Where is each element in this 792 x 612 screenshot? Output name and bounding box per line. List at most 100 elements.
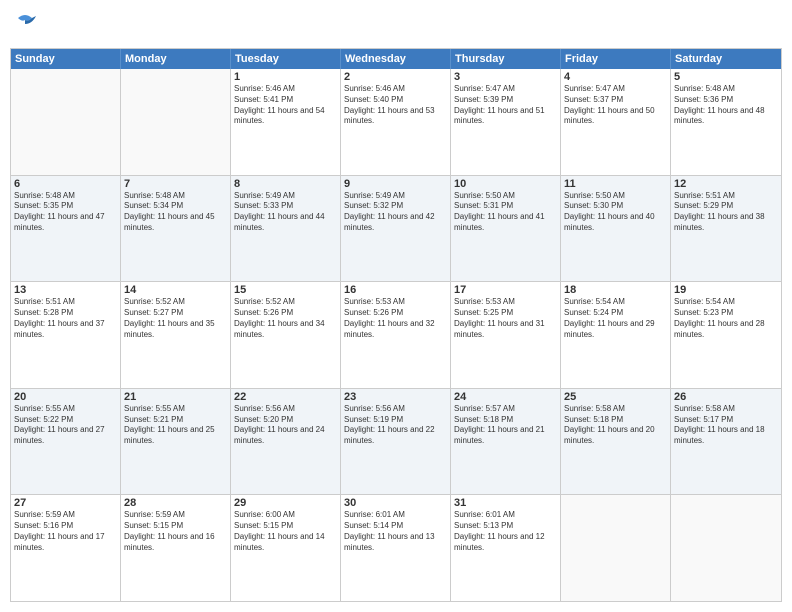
cell-detail: Sunrise: 5:46 AM Sunset: 5:40 PM Dayligh…	[344, 84, 447, 127]
calendar-cell: 28Sunrise: 5:59 AM Sunset: 5:15 PM Dayli…	[121, 495, 231, 601]
day-number: 27	[14, 497, 117, 509]
day-number: 21	[124, 391, 227, 403]
cell-detail: Sunrise: 5:51 AM Sunset: 5:28 PM Dayligh…	[14, 297, 117, 340]
cell-detail: Sunrise: 5:47 AM Sunset: 5:39 PM Dayligh…	[454, 84, 557, 127]
cell-detail: Sunrise: 6:01 AM Sunset: 5:14 PM Dayligh…	[344, 510, 447, 553]
logo-icon	[10, 10, 40, 40]
cell-detail: Sunrise: 5:52 AM Sunset: 5:27 PM Dayligh…	[124, 297, 227, 340]
day-number: 22	[234, 391, 337, 403]
day-number: 17	[454, 284, 557, 296]
calendar-cell: 14Sunrise: 5:52 AM Sunset: 5:27 PM Dayli…	[121, 282, 231, 388]
day-number: 28	[124, 497, 227, 509]
day-number: 31	[454, 497, 557, 509]
calendar-cell: 6Sunrise: 5:48 AM Sunset: 5:35 PM Daylig…	[11, 176, 121, 282]
cell-detail: Sunrise: 5:50 AM Sunset: 5:30 PM Dayligh…	[564, 191, 667, 234]
day-number: 26	[674, 391, 778, 403]
calendar-cell: 16Sunrise: 5:53 AM Sunset: 5:26 PM Dayli…	[341, 282, 451, 388]
cell-detail: Sunrise: 5:52 AM Sunset: 5:26 PM Dayligh…	[234, 297, 337, 340]
logo	[10, 10, 44, 40]
calendar-cell: 24Sunrise: 5:57 AM Sunset: 5:18 PM Dayli…	[451, 389, 561, 495]
day-number: 8	[234, 178, 337, 190]
calendar-cell	[121, 69, 231, 175]
day-number: 23	[344, 391, 447, 403]
calendar-cell: 18Sunrise: 5:54 AM Sunset: 5:24 PM Dayli…	[561, 282, 671, 388]
day-number: 2	[344, 71, 447, 83]
day-number: 25	[564, 391, 667, 403]
calendar-cell: 23Sunrise: 5:56 AM Sunset: 5:19 PM Dayli…	[341, 389, 451, 495]
cal-header-cell: Wednesday	[341, 49, 451, 69]
day-number: 16	[344, 284, 447, 296]
cal-header-cell: Friday	[561, 49, 671, 69]
cell-detail: Sunrise: 5:53 AM Sunset: 5:25 PM Dayligh…	[454, 297, 557, 340]
calendar-cell: 3Sunrise: 5:47 AM Sunset: 5:39 PM Daylig…	[451, 69, 561, 175]
day-number: 11	[564, 178, 667, 190]
calendar-cell: 9Sunrise: 5:49 AM Sunset: 5:32 PM Daylig…	[341, 176, 451, 282]
page: SundayMondayTuesdayWednesdayThursdayFrid…	[0, 0, 792, 612]
calendar-cell: 13Sunrise: 5:51 AM Sunset: 5:28 PM Dayli…	[11, 282, 121, 388]
calendar-cell: 27Sunrise: 5:59 AM Sunset: 5:16 PM Dayli…	[11, 495, 121, 601]
day-number: 14	[124, 284, 227, 296]
cell-detail: Sunrise: 5:46 AM Sunset: 5:41 PM Dayligh…	[234, 84, 337, 127]
day-number: 30	[344, 497, 447, 509]
cell-detail: Sunrise: 5:56 AM Sunset: 5:20 PM Dayligh…	[234, 404, 337, 447]
calendar-cell: 22Sunrise: 5:56 AM Sunset: 5:20 PM Dayli…	[231, 389, 341, 495]
day-number: 15	[234, 284, 337, 296]
day-number: 9	[344, 178, 447, 190]
calendar-row: 13Sunrise: 5:51 AM Sunset: 5:28 PM Dayli…	[11, 281, 781, 388]
cell-detail: Sunrise: 5:55 AM Sunset: 5:22 PM Dayligh…	[14, 404, 117, 447]
header	[10, 10, 782, 40]
cell-detail: Sunrise: 5:51 AM Sunset: 5:29 PM Dayligh…	[674, 191, 778, 234]
day-number: 10	[454, 178, 557, 190]
calendar-cell: 1Sunrise: 5:46 AM Sunset: 5:41 PM Daylig…	[231, 69, 341, 175]
cal-header-cell: Tuesday	[231, 49, 341, 69]
cell-detail: Sunrise: 5:48 AM Sunset: 5:35 PM Dayligh…	[14, 191, 117, 234]
day-number: 12	[674, 178, 778, 190]
calendar-body: 1Sunrise: 5:46 AM Sunset: 5:41 PM Daylig…	[11, 69, 781, 601]
day-number: 3	[454, 71, 557, 83]
cal-header-cell: Sunday	[11, 49, 121, 69]
calendar-cell: 4Sunrise: 5:47 AM Sunset: 5:37 PM Daylig…	[561, 69, 671, 175]
calendar-cell: 25Sunrise: 5:58 AM Sunset: 5:18 PM Dayli…	[561, 389, 671, 495]
calendar-cell	[561, 495, 671, 601]
calendar-cell: 10Sunrise: 5:50 AM Sunset: 5:31 PM Dayli…	[451, 176, 561, 282]
calendar-row: 1Sunrise: 5:46 AM Sunset: 5:41 PM Daylig…	[11, 69, 781, 175]
calendar-cell: 15Sunrise: 5:52 AM Sunset: 5:26 PM Dayli…	[231, 282, 341, 388]
cell-detail: Sunrise: 5:59 AM Sunset: 5:15 PM Dayligh…	[124, 510, 227, 553]
day-number: 24	[454, 391, 557, 403]
cell-detail: Sunrise: 5:47 AM Sunset: 5:37 PM Dayligh…	[564, 84, 667, 127]
day-number: 5	[674, 71, 778, 83]
calendar-cell: 30Sunrise: 6:01 AM Sunset: 5:14 PM Dayli…	[341, 495, 451, 601]
cell-detail: Sunrise: 5:49 AM Sunset: 5:32 PM Dayligh…	[344, 191, 447, 234]
calendar-cell: 17Sunrise: 5:53 AM Sunset: 5:25 PM Dayli…	[451, 282, 561, 388]
calendar-cell: 20Sunrise: 5:55 AM Sunset: 5:22 PM Dayli…	[11, 389, 121, 495]
cell-detail: Sunrise: 5:48 AM Sunset: 5:34 PM Dayligh…	[124, 191, 227, 234]
day-number: 29	[234, 497, 337, 509]
cell-detail: Sunrise: 6:00 AM Sunset: 5:15 PM Dayligh…	[234, 510, 337, 553]
calendar-row: 6Sunrise: 5:48 AM Sunset: 5:35 PM Daylig…	[11, 175, 781, 282]
cell-detail: Sunrise: 5:56 AM Sunset: 5:19 PM Dayligh…	[344, 404, 447, 447]
calendar-cell	[11, 69, 121, 175]
cell-detail: Sunrise: 5:49 AM Sunset: 5:33 PM Dayligh…	[234, 191, 337, 234]
calendar-cell: 31Sunrise: 6:01 AM Sunset: 5:13 PM Dayli…	[451, 495, 561, 601]
calendar-header: SundayMondayTuesdayWednesdayThursdayFrid…	[11, 49, 781, 69]
calendar-cell: 19Sunrise: 5:54 AM Sunset: 5:23 PM Dayli…	[671, 282, 781, 388]
calendar-cell: 8Sunrise: 5:49 AM Sunset: 5:33 PM Daylig…	[231, 176, 341, 282]
cell-detail: Sunrise: 5:55 AM Sunset: 5:21 PM Dayligh…	[124, 404, 227, 447]
calendar-row: 20Sunrise: 5:55 AM Sunset: 5:22 PM Dayli…	[11, 388, 781, 495]
cell-detail: Sunrise: 5:57 AM Sunset: 5:18 PM Dayligh…	[454, 404, 557, 447]
cal-header-cell: Monday	[121, 49, 231, 69]
calendar-row: 27Sunrise: 5:59 AM Sunset: 5:16 PM Dayli…	[11, 494, 781, 601]
cell-detail: Sunrise: 5:48 AM Sunset: 5:36 PM Dayligh…	[674, 84, 778, 127]
cell-detail: Sunrise: 5:58 AM Sunset: 5:18 PM Dayligh…	[564, 404, 667, 447]
cell-detail: Sunrise: 5:59 AM Sunset: 5:16 PM Dayligh…	[14, 510, 117, 553]
cell-detail: Sunrise: 5:54 AM Sunset: 5:23 PM Dayligh…	[674, 297, 778, 340]
cell-detail: Sunrise: 5:53 AM Sunset: 5:26 PM Dayligh…	[344, 297, 447, 340]
cal-header-cell: Saturday	[671, 49, 781, 69]
calendar-cell: 26Sunrise: 5:58 AM Sunset: 5:17 PM Dayli…	[671, 389, 781, 495]
calendar-cell: 2Sunrise: 5:46 AM Sunset: 5:40 PM Daylig…	[341, 69, 451, 175]
day-number: 20	[14, 391, 117, 403]
calendar-cell: 5Sunrise: 5:48 AM Sunset: 5:36 PM Daylig…	[671, 69, 781, 175]
day-number: 7	[124, 178, 227, 190]
calendar-cell: 12Sunrise: 5:51 AM Sunset: 5:29 PM Dayli…	[671, 176, 781, 282]
calendar-cell: 7Sunrise: 5:48 AM Sunset: 5:34 PM Daylig…	[121, 176, 231, 282]
